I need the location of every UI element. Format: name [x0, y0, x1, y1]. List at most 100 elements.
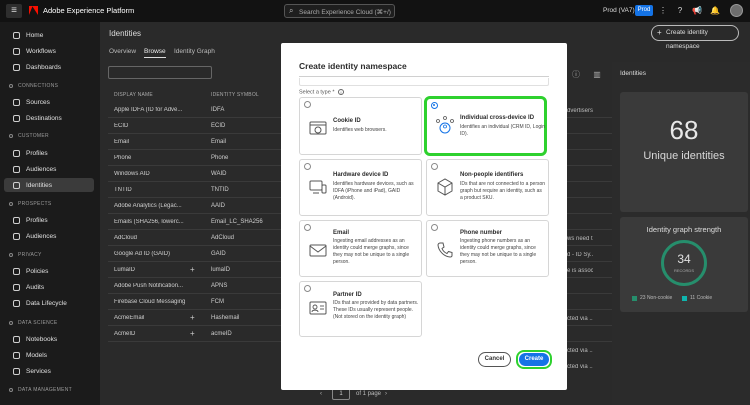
nav-policies[interactable]: Policies [4, 264, 94, 278]
nav-profiles[interactable]: Profiles [4, 146, 94, 160]
row-display-name[interactable]: Firebase Cloud Messaging [114, 299, 204, 305]
row-identity-symbol: AAID [211, 203, 226, 209]
row-display-name[interactable]: Adobe Push Notification... [114, 283, 204, 289]
next-page-icon[interactable]: › [385, 391, 387, 397]
radio-hardware-device-id[interactable] [304, 163, 311, 170]
menu-icon[interactable]: ≡ [6, 4, 22, 18]
page-count: of 1 page [356, 391, 382, 397]
row-description: cted via ... [567, 348, 593, 354]
row-identity-symbol: acmeID [211, 331, 232, 337]
nav-prospect-audiences[interactable]: Audiences [4, 229, 94, 243]
records-count: 34 [677, 252, 691, 266]
radio-partner-id[interactable] [304, 285, 311, 292]
row-display-name[interactable]: TNTID [114, 187, 204, 193]
create-namespace-button[interactable]: Create identity namespace [651, 25, 739, 50]
dialog-title: Create identity namespace [299, 61, 407, 71]
option-email[interactable]: Email Ingesting email addresses as an id… [299, 220, 422, 277]
radio-cookie-id[interactable] [304, 101, 311, 108]
legend-cookie: 11 Cookie [682, 295, 712, 301]
namespace-search-input[interactable] [108, 66, 212, 79]
global-search-input[interactable]: ⌕ Search Experience Cloud (⌘+/) [284, 4, 395, 18]
row-display-name[interactable]: Adobe Analytics (Legac... [114, 203, 204, 209]
partner-icon [309, 301, 327, 315]
legend-non-cookie: 23 Non-cookie [632, 295, 672, 301]
nav-audits[interactable]: Audits [4, 280, 94, 294]
nav-notebooks[interactable]: Notebooks [4, 332, 94, 346]
option-individual-cross-device-id[interactable]: Individual cross-device ID Identifies an… [424, 96, 547, 156]
help-icon[interactable]: ? [675, 5, 685, 16]
nav-workflows[interactable]: Workflows [4, 44, 94, 58]
apps-grid-icon[interactable]: ⋮ [658, 5, 668, 16]
notifications-icon[interactable]: 🔔 [710, 5, 720, 16]
identities-summary-panel: Identities 68 Unique identities Identity… [612, 62, 750, 405]
avatar[interactable] [730, 4, 743, 17]
phone-icon [437, 242, 453, 258]
radio-non-people-identifiers[interactable] [431, 163, 438, 170]
radio-phone-number[interactable] [431, 224, 438, 231]
radio-individual-cross-device-id[interactable] [431, 102, 438, 109]
graph-strength-card: Identity graph strength 34 RECORDS 23 No… [620, 217, 748, 312]
sources-icon [13, 98, 20, 106]
row-description: cted via ... [567, 316, 593, 322]
row-display-name[interactable]: Windows AID [114, 171, 204, 177]
option-partner-id[interactable]: Partner ID IDs that are provided by data… [299, 281, 422, 337]
row-description: d - ID Sy... [567, 252, 593, 258]
row-identity-symbol: IDFA [211, 107, 225, 113]
nav-services[interactable]: Services [4, 364, 94, 378]
row-display-name[interactable]: AdCloud [114, 235, 204, 241]
add-icon[interactable]: + [190, 329, 195, 338]
info-icon: i [338, 89, 344, 95]
row-display-name[interactable]: Google Ad ID (GAID) [114, 251, 204, 257]
nav-sources[interactable]: Sources [4, 95, 94, 109]
profiles-icon [13, 216, 20, 224]
nav-destinations[interactable]: Destinations [4, 111, 94, 125]
row-display-name[interactable]: Email [114, 139, 204, 145]
app-title[interactable]: Adobe Experience Platform [43, 6, 134, 15]
radio-email[interactable] [304, 224, 311, 231]
nav-data-lifecycle[interactable]: Data Lifecycle [4, 296, 94, 310]
row-display-name[interactable]: ECID [114, 123, 204, 129]
row-display-name[interactable]: Emails (SHA256, lowerc... [114, 219, 204, 225]
row-identity-symbol: TNTID [211, 187, 229, 193]
dashboards-icon [13, 63, 20, 71]
nav-identities[interactable]: Identities [4, 178, 94, 192]
row-display-name[interactable]: Phone [114, 155, 204, 161]
tab-overview[interactable]: Overview [109, 48, 136, 55]
nav-home[interactable]: Home [4, 28, 94, 42]
tab-browse[interactable]: Browse [144, 48, 166, 58]
section-prospects: PROSPECTS [9, 201, 52, 207]
nav-audiences[interactable]: Audiences [4, 162, 94, 176]
add-icon[interactable]: + [190, 313, 195, 322]
section-connections: CONNECTIONS [9, 83, 58, 89]
data-lifecycle-icon [13, 299, 20, 307]
policies-icon [13, 267, 20, 275]
nav-prospect-profiles[interactable]: Profiles [4, 213, 94, 227]
audiences-icon [13, 232, 20, 240]
nav-models[interactable]: Models [4, 348, 94, 362]
add-icon[interactable]: + [190, 265, 195, 274]
info-icon[interactable]: ⓘ [571, 69, 581, 80]
announcements-icon[interactable]: 📢 [692, 5, 702, 16]
option-hardware-device-id[interactable]: Hardware device ID Identifies hardware d… [299, 159, 422, 216]
panel-title: Identities [620, 70, 647, 77]
box-icon [437, 178, 453, 196]
org-switcher[interactable]: Prod (VA7) [603, 7, 635, 14]
devices-icon [309, 180, 327, 194]
row-identity-symbol: ECID [211, 123, 226, 129]
column-header-identity-symbol[interactable]: IDENTITY SYMBOL [211, 92, 259, 98]
row-description: e is assoc... [567, 268, 593, 274]
panel-toggle-icon[interactable]: ▥ [592, 69, 602, 80]
nav-dashboards[interactable]: Dashboards [4, 60, 94, 74]
prev-page-icon[interactable]: ‹ [320, 391, 322, 397]
home-icon [13, 31, 20, 39]
create-button[interactable]: Create [519, 353, 549, 366]
row-display-name[interactable]: Apple IDFA (ID for Adve... [114, 107, 204, 113]
option-phone-number[interactable]: Phone number Ingesting phone numbers as … [426, 220, 549, 277]
section-data-science: DATA SCIENCE [9, 320, 58, 326]
option-non-people-identifiers[interactable]: Non-people identifiers IDs that are not … [426, 159, 549, 216]
sandbox-badge[interactable]: Prod [635, 5, 653, 16]
tab-identity-graph[interactable]: Identity Graph [174, 48, 215, 55]
option-cookie-id[interactable]: Cookie ID Identifies web browsers. [299, 97, 422, 155]
column-header-display-name[interactable]: DISPLAY NAME [114, 92, 153, 98]
cancel-button[interactable]: Cancel [478, 352, 511, 367]
